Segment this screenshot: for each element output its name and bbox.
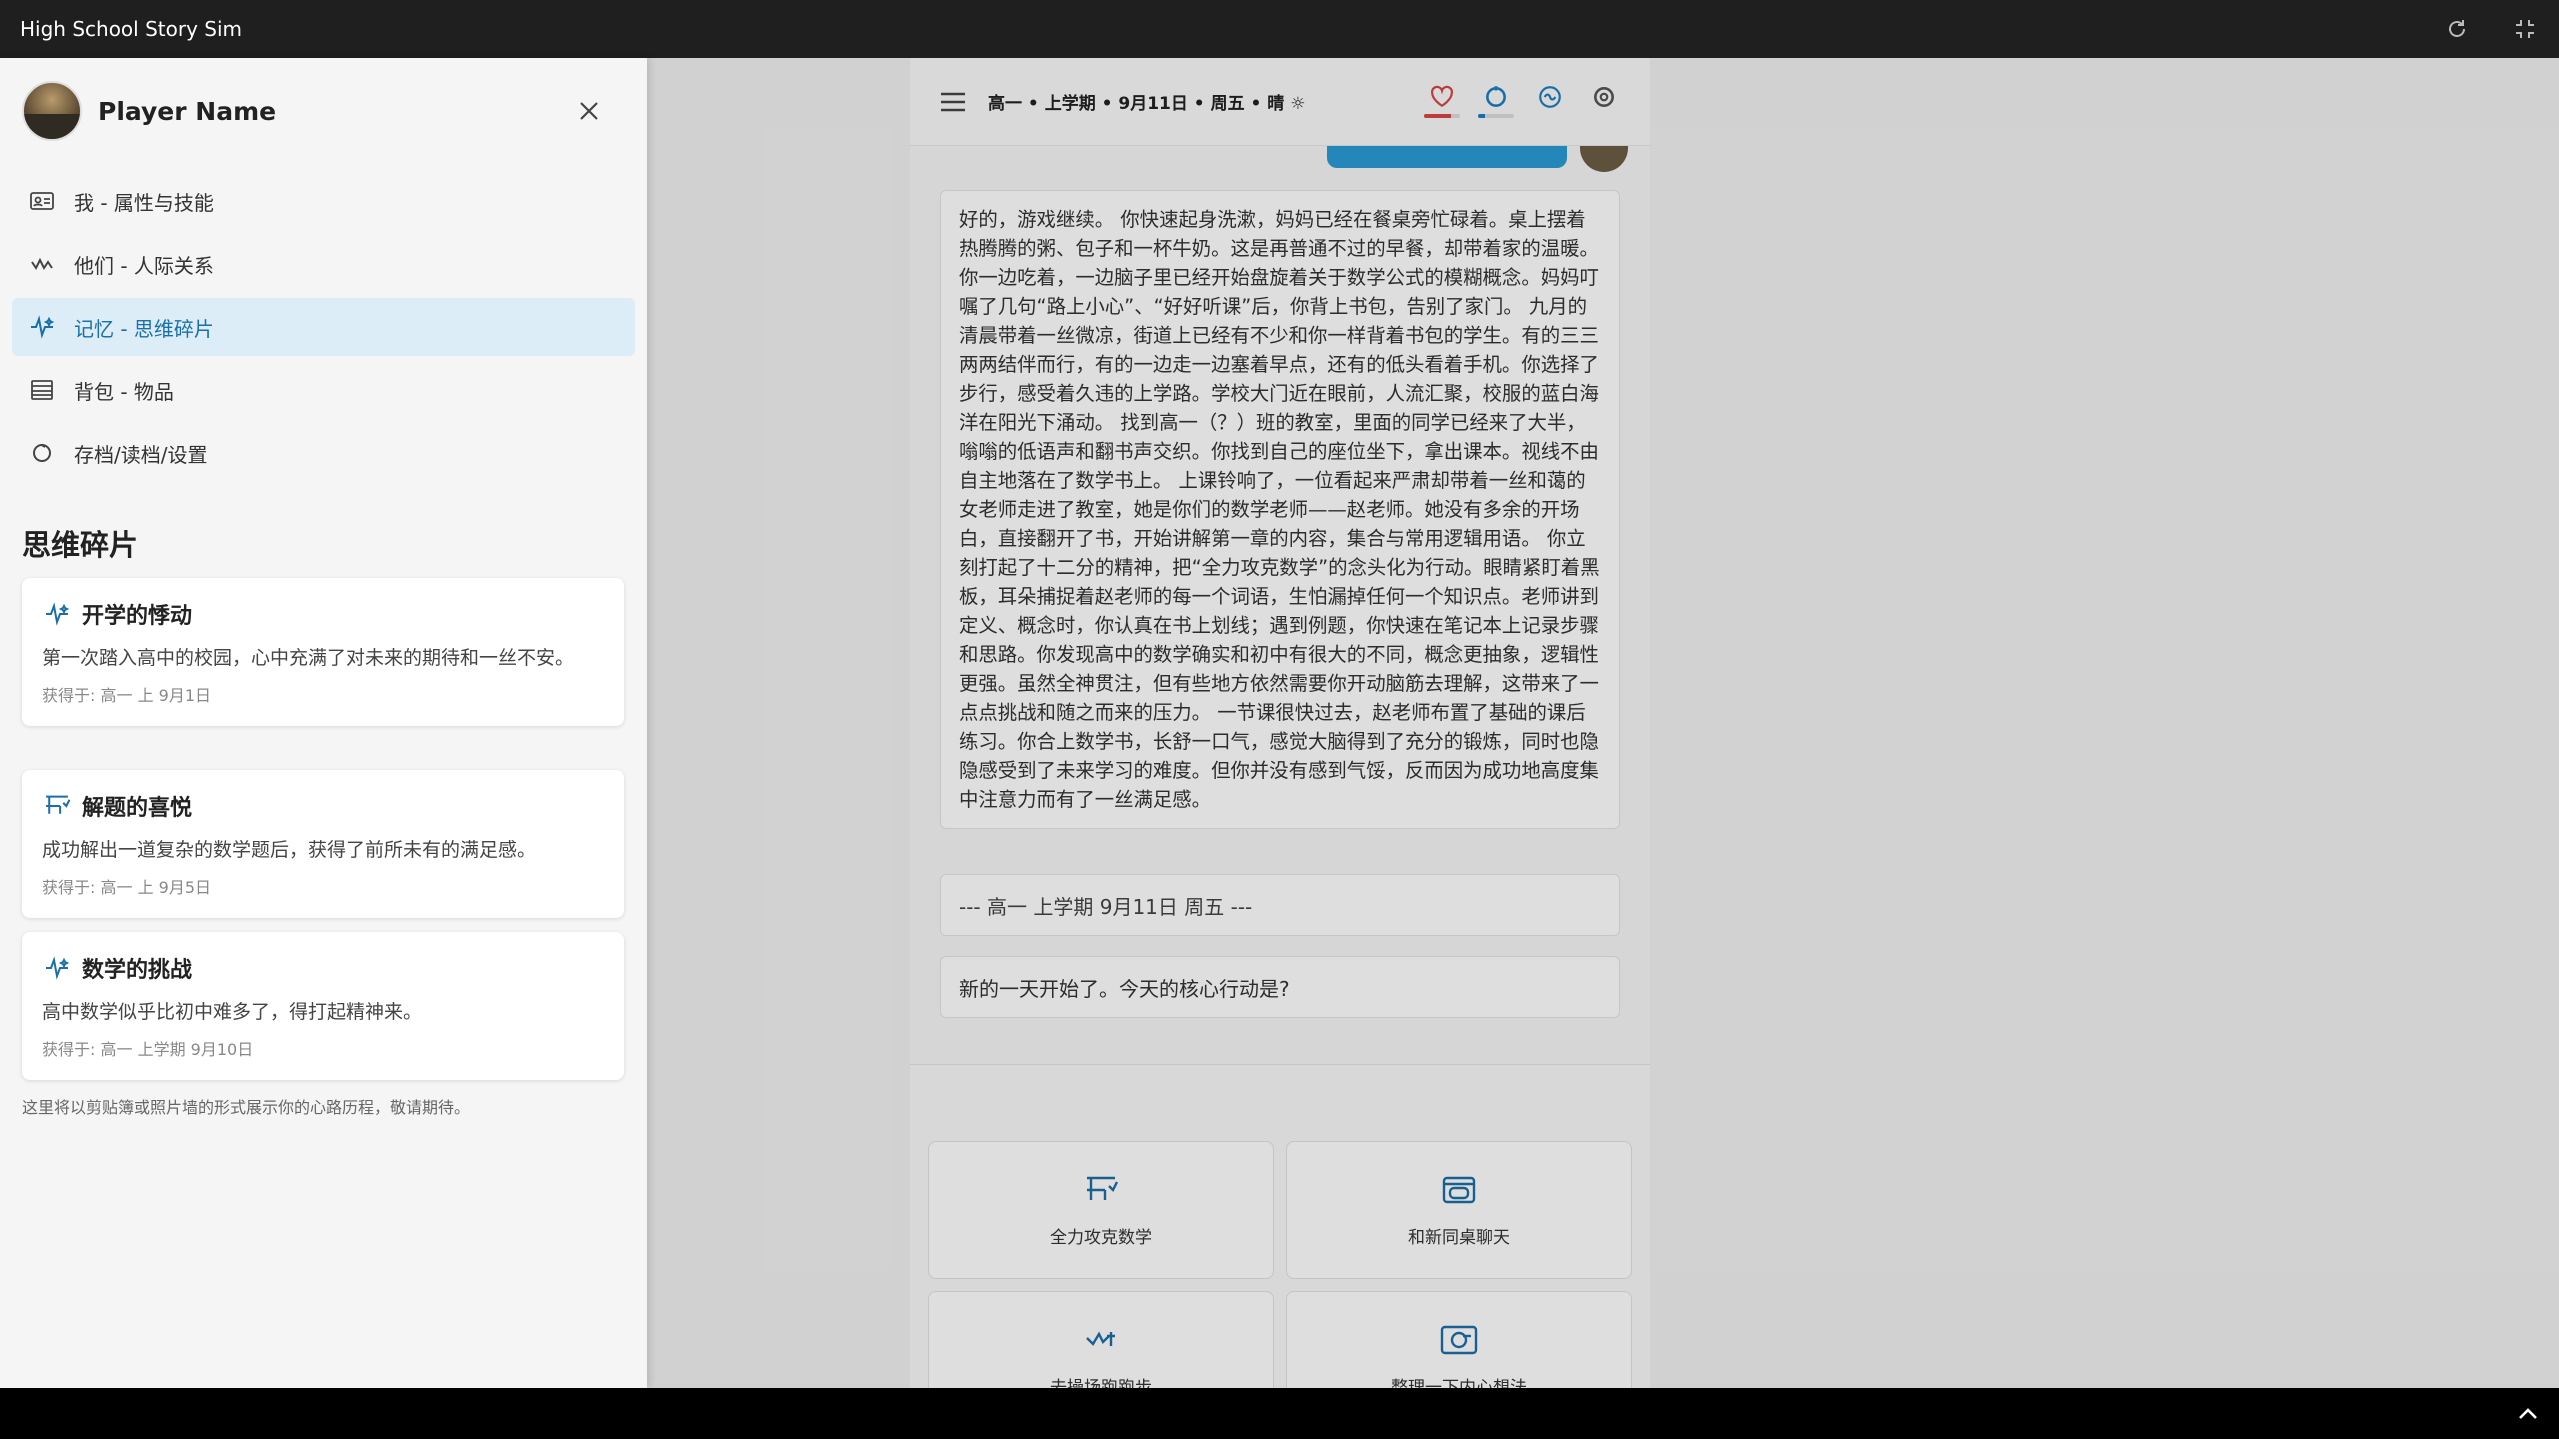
avatar — [22, 81, 82, 141]
sparkle-icon — [28, 313, 56, 341]
nav-label: 记忆 - 思维碎片 — [74, 316, 214, 341]
sparkle-icon — [42, 599, 72, 629]
nav-label: 我 - 属性与技能 — [74, 190, 214, 215]
app-title: High School Story Sim — [20, 17, 243, 41]
nav-item-relationships[interactable]: 他们 - 人际关系 — [12, 235, 635, 293]
card-title: 开学的悸动 — [82, 604, 193, 629]
bottom-bar — [0, 1388, 2559, 1439]
card-meta: 获得于: 高一 上 9月1日 — [42, 686, 212, 705]
people-link-icon — [28, 250, 56, 278]
reload-icon[interactable] — [2443, 15, 2471, 43]
card-description: 成功解出一道复杂的数学题后，获得了前所未有的满足感。 — [42, 839, 537, 861]
card-description: 第一次踏入高中的校园，心中充满了对未来的期待和一丝不安。 — [42, 647, 575, 669]
close-icon[interactable] — [573, 95, 605, 127]
window-titlebar: High School Story Sim — [0, 0, 2559, 58]
drawer-footnote: 这里将以剪贴簿或照片墙的形式展示你的心路历程，敬请期待。 — [22, 1098, 471, 1117]
nav-label: 他们 - 人际关系 — [74, 253, 214, 278]
nav-item-memories[interactable]: 记忆 - 思维碎片 — [12, 298, 635, 356]
study-desk-icon — [42, 791, 72, 821]
memory-card[interactable]: 数学的挑战 高中数学似乎比初中难多了，得打起精神来。 获得于: 高一 上学期 9… — [22, 932, 624, 1080]
nav-item-attributes[interactable]: 我 - 属性与技能 — [12, 172, 635, 230]
drawer-nav: 我 - 属性与技能 他们 - 人际关系 记忆 - 思维碎片 背包 - 物品 存档… — [12, 172, 635, 487]
sparkle-icon — [42, 953, 72, 983]
backpack-list-icon — [28, 376, 56, 404]
chevron-up-icon[interactable] — [2515, 1400, 2541, 1426]
nav-item-save-settings[interactable]: 存档/读档/设置 — [12, 424, 635, 482]
save-ring-icon — [28, 439, 56, 467]
card-meta: 获得于: 高一 上学期 9月10日 — [42, 1040, 254, 1059]
card-title: 数学的挑战 — [82, 958, 193, 983]
section-title: 思维碎片 — [22, 528, 139, 562]
exit-fullscreen-icon[interactable] — [2511, 15, 2539, 43]
nav-label: 背包 - 物品 — [74, 379, 174, 404]
player-name: Player Name — [98, 96, 277, 126]
side-drawer: Player Name 我 - 属性与技能 他们 - 人际关系 记忆 - 思维碎… — [0, 58, 647, 1388]
memory-card[interactable]: 开学的悸动 第一次踏入高中的校园，心中充满了对未来的期待和一丝不安。 获得于: … — [22, 578, 624, 726]
nav-label: 存档/读档/设置 — [74, 442, 208, 467]
card-title: 解题的喜悦 — [82, 796, 193, 821]
card-description: 高中数学似乎比初中难多了，得打起精神来。 — [42, 1001, 423, 1023]
memory-card[interactable]: 解题的喜悦 成功解出一道复杂的数学题后，获得了前所未有的满足感。 获得于: 高一… — [22, 770, 624, 918]
id-card-icon — [28, 187, 56, 215]
nav-item-backpack[interactable]: 背包 - 物品 — [12, 361, 635, 419]
drawer-header: Player Name — [0, 58, 647, 164]
card-meta: 获得于: 高一 上 9月5日 — [42, 878, 212, 897]
